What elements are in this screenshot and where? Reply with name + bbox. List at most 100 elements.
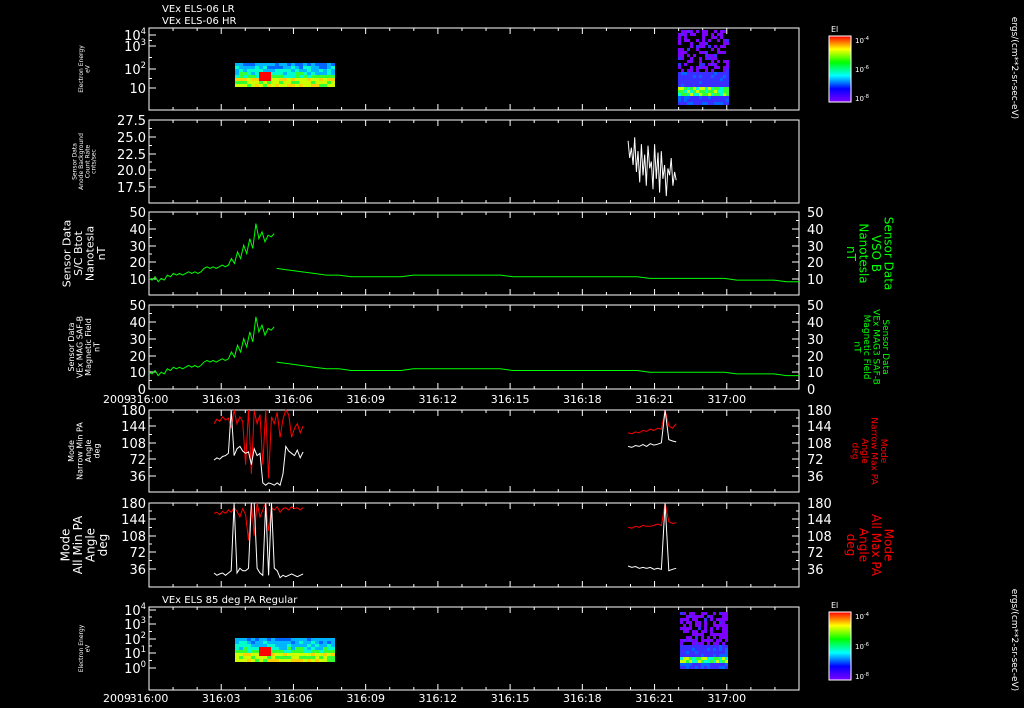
svg-text:ergs/(cm**2-sr-sec-eV): ergs/(cm**2-sr-sec-eV)	[1009, 589, 1019, 691]
y-tick-label: 36	[129, 563, 146, 578]
right-tick-label: 144	[807, 513, 832, 528]
panel-6-series-4	[627, 502, 677, 572]
panel-6-right-label: ModeAll Max PAAngledeg	[844, 514, 896, 577]
y-tick-label: 27.5	[117, 114, 146, 129]
panel-7-spectrogram-block-1	[235, 638, 335, 662]
y-tick-label: 50	[129, 299, 146, 314]
time-tick-label: 316:15	[491, 692, 530, 705]
colorbar-tick: 10-6	[855, 642, 869, 651]
svg-text:deg: deg	[96, 534, 110, 557]
colorbar-tick: 10-8	[855, 94, 869, 103]
panel-6-series-2	[213, 502, 304, 579]
svg-text:deg: deg	[92, 443, 101, 458]
panel-5-series-3	[627, 409, 677, 435]
right-tick-label: 30	[807, 240, 824, 255]
panel-5-right-label: ModeNarrow Max PAAngledeg	[850, 417, 888, 485]
right-tick-label: 180	[807, 404, 832, 419]
time-tick-label: 316:03	[202, 393, 241, 406]
flux-units-label-bottom: ergs/(cm**2-sr-sec-eV)	[1009, 589, 1019, 691]
right-tick-label: 50	[807, 206, 824, 221]
right-tick-label: 30	[807, 333, 824, 348]
y-tick-label: 100	[124, 659, 146, 677]
colorbar-tick: 10-6	[855, 65, 869, 74]
y-tick-label: 40	[129, 223, 146, 238]
time-tick-label: 316:09	[346, 692, 385, 705]
svg-text:eV: eV	[84, 644, 91, 653]
right-tick-label: 40	[807, 316, 824, 331]
svg-text:ergs/(cm**2-sr-sec-eV): ergs/(cm**2-sr-sec-eV)	[1009, 17, 1019, 119]
time-tick-label: 316:06	[274, 393, 313, 406]
time-tick-label: 316:06	[274, 692, 313, 705]
right-tick-label: 108	[807, 437, 832, 452]
panel-2-frame	[148, 119, 800, 204]
y-tick-label: 144	[121, 420, 146, 435]
panel-2-ylabel: Sensor Data Anode Background Count Rate cnt…	[72, 133, 98, 190]
time-tick-label: 316:21	[635, 393, 674, 406]
right-tick-label: 10	[807, 366, 824, 381]
y-tick-label: 72	[129, 546, 146, 561]
right-tick-label: 72	[807, 546, 824, 561]
y-tick-label: 72	[129, 453, 146, 468]
right-tick-label: 40	[807, 223, 824, 238]
y-tick-label: 25.0	[117, 131, 146, 146]
panel-3-series-2	[276, 267, 799, 283]
y-tick-label: 103	[124, 37, 146, 55]
colorbar-tick: 10-8	[855, 672, 869, 681]
time-tick-label: 316:03	[202, 692, 241, 705]
panel-4-ylabel: Sensor Data VEx MAG SAF-B Magnetic Field nT	[67, 316, 101, 378]
right-tick-label: 10	[807, 273, 824, 288]
svg-text:deg: deg	[844, 534, 858, 557]
panel-7-spectrogram-block-2	[680, 612, 728, 669]
panel-1-ylabel: Electron Energy eV	[78, 45, 91, 93]
time-tick-label: 317:00	[707, 692, 746, 705]
right-tick-label: 108	[807, 530, 832, 545]
svg-text:nT: nT	[92, 342, 101, 352]
y-tick-label: 50	[129, 206, 146, 221]
right-tick-label: 144	[807, 420, 832, 435]
right-tick-label: 20	[807, 350, 824, 365]
right-tick-label: 180	[807, 497, 832, 512]
right-tick-label: 36	[807, 563, 824, 578]
colorbar-tick: 10-4	[855, 36, 869, 45]
year-label: 2009	[103, 692, 131, 705]
svg-text:eV: eV	[84, 64, 91, 73]
header-line-2: VEx ELS-06 HR	[162, 16, 237, 27]
header-line-1: VEx ELS-06 LR	[162, 4, 235, 15]
panel-6-ylabel: ModeAll Min PAAngledeg	[58, 515, 110, 574]
panel-3-series-1	[148, 223, 275, 283]
panel-7-title: VEx ELS 85 deg PA Regular	[162, 595, 298, 606]
right-tick-label: 72	[807, 453, 824, 468]
panel-6-series-1	[213, 502, 304, 541]
time-tick-label: 316:15	[491, 393, 530, 406]
panel-4-series-1	[148, 316, 275, 377]
right-tick-label: 36	[807, 470, 824, 485]
panel-6-frame	[148, 502, 800, 588]
panel-1-spectrogram-block-1	[235, 63, 335, 87]
colorbar-title: El	[831, 25, 838, 34]
panel-5-series-1	[213, 408, 304, 479]
plot-canvas: VEx ELS-06 LR VEx ELS-06 HR 10410310210E…	[58, 4, 1019, 705]
time-tick-label: 316:18	[563, 393, 602, 406]
time-tick-label: 316:12	[419, 692, 458, 705]
y-tick-label: 144	[121, 513, 146, 528]
panel-4-series-2	[276, 361, 799, 377]
panel-4-right-label: Sensor DataVEx MAG3 SAF-BMagnetic Fieldn…	[852, 309, 890, 385]
y-tick-label: 20	[129, 256, 146, 271]
colorbar-title: El	[831, 601, 838, 610]
panels: 10410310210Electron Energy eV27.525.022.5…	[58, 17, 1019, 705]
panel-6-series-3	[627, 502, 677, 529]
svg-text:cnts/sec: cnts/sec	[91, 149, 98, 174]
year-label: 2009	[103, 393, 131, 406]
time-tick-label: 317:00	[707, 393, 746, 406]
panel-5-series-4	[627, 409, 677, 448]
y-tick-label: 17.5	[117, 181, 146, 196]
time-tick-label: 316:09	[346, 393, 385, 406]
y-tick-label: 10	[129, 366, 146, 381]
svg-text:deg: deg	[850, 443, 860, 460]
y-tick-label: 180	[121, 404, 146, 419]
colorbar-tick: 10-4	[855, 612, 869, 621]
y-tick-label: 20	[129, 350, 146, 365]
y-tick-label: 30	[129, 333, 146, 348]
panel-2-series-1	[627, 137, 677, 197]
right-tick-label: 50	[807, 299, 824, 314]
